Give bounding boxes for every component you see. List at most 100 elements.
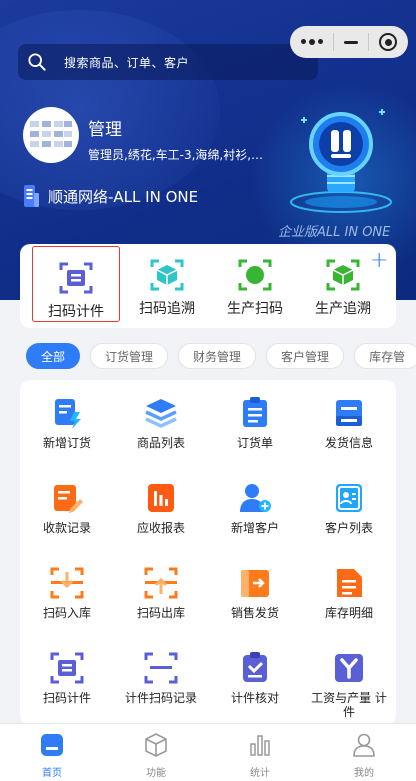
user-name: 管理 <box>88 120 122 140</box>
feature-label: 库存明细 <box>324 606 373 620</box>
building-icon <box>24 185 39 207</box>
mini-program-capsule <box>290 26 408 58</box>
quick-label: 扫码追溯 <box>139 301 195 317</box>
wage-output-icon <box>335 654 363 682</box>
feature-label: 订货单 <box>236 436 273 450</box>
feature-scan-out[interactable]: 扫码出库 <box>114 566 208 620</box>
feature-label: 新增客户 <box>230 521 279 535</box>
feature-label: 客户列表 <box>324 521 373 535</box>
quick-scan-trace[interactable]: 扫码追溯 <box>122 244 212 328</box>
tabbar-label: 我的 <box>354 768 374 779</box>
feature-piece-scan-record[interactable]: 计件扫码记录 <box>114 651 208 705</box>
new-order-icon <box>55 399 81 429</box>
more-icon[interactable] <box>301 39 323 45</box>
quick-label: 生产追溯 <box>315 301 371 317</box>
customer-list-icon <box>336 484 362 512</box>
feature-scan-piece[interactable]: 扫码计件 <box>20 651 114 705</box>
feature-label: 收款记录 <box>42 521 91 535</box>
tabbar-stats[interactable]: 统计 <box>208 724 312 781</box>
feature-label: 计件扫码记录 <box>124 691 197 705</box>
smart-bulb-illustration-icon <box>290 109 392 213</box>
tabbar-label: 首页 <box>42 768 62 779</box>
feature-stock-detail[interactable]: 库存明细 <box>302 566 396 620</box>
feature-label: 发货信息 <box>324 436 373 450</box>
tabbar-label: 功能 <box>146 768 166 779</box>
tab-order-management[interactable]: 订货管理 <box>90 343 169 369</box>
feature-product-list[interactable]: 商品列表 <box>114 396 208 450</box>
scan-piece-icon <box>50 652 84 684</box>
close-target-icon[interactable] <box>379 33 397 51</box>
search-icon <box>28 53 46 71</box>
scan-in-icon <box>50 567 84 599</box>
company-name: 顺通网络-ALL IN ONE <box>48 187 199 206</box>
tabbar-label: 统计 <box>250 768 270 779</box>
quick-scan-piece[interactable]: 扫码计件 <box>32 246 120 322</box>
capsule-divider <box>368 33 369 51</box>
production-trace-icon <box>326 259 360 291</box>
company-row[interactable]: 顺通网络-ALL IN ONE <box>22 183 198 209</box>
feature-label: 新增订货 <box>42 436 91 450</box>
search-placeholder: 搜索商品、订单、客户 <box>64 55 190 70</box>
minimize-icon[interactable] <box>344 40 358 44</box>
scan-out-icon <box>144 567 178 599</box>
feature-scan-in[interactable]: 扫码入库 <box>20 566 114 620</box>
scan-trace-icon <box>150 259 184 291</box>
feature-label: 应收报表 <box>136 521 185 535</box>
quick-actions-card: 扫码计件 扫码追溯 生产扫码 生产追溯 <box>20 244 396 328</box>
quick-production-scan[interactable]: 生产扫码 <box>210 244 300 328</box>
tab-all[interactable]: 全部 <box>26 343 81 369</box>
feature-payment-record[interactable]: 收款记录 <box>20 481 114 535</box>
header-glow <box>0 10 220 210</box>
feature-label: 商品列表 <box>136 436 185 450</box>
shipping-info-icon <box>336 400 362 426</box>
avatar[interactable] <box>23 107 79 163</box>
feature-receivable-report[interactable]: 应收报表 <box>114 481 208 535</box>
home-icon <box>41 734 63 756</box>
feature-new-order[interactable]: 新增订货 <box>20 396 114 450</box>
feature-grid: 新增订货 商品列表 订货单 发货信息 收款记录 应收报表 新增客户 客户列表 扫… <box>20 380 396 725</box>
order-sheet-icon <box>243 397 267 427</box>
production-scan-icon <box>238 259 272 291</box>
function-cube-icon <box>145 733 167 757</box>
user-roles: 管理员,绣花,车工-3,海绵,衬衫,裁床 <box>88 148 268 162</box>
feature-label: 工资与产量 计件 <box>311 691 387 719</box>
sales-ship-icon <box>241 570 269 597</box>
feature-label: 扫码入库 <box>42 606 91 620</box>
tab-customer-management[interactable]: 客户管理 <box>266 343 345 369</box>
feature-label: 扫码出库 <box>136 606 185 620</box>
capsule-divider <box>333 33 334 51</box>
feature-shipping-info[interactable]: 发货信息 <box>302 396 396 450</box>
feature-label: 扫码计件 <box>42 691 91 705</box>
feature-add-customer[interactable]: 新增客户 <box>208 481 302 535</box>
piece-check-icon <box>243 652 267 682</box>
bottom-tab-bar: 首页 功能 统计 我的 <box>0 723 416 781</box>
profile-icon <box>353 733 375 757</box>
tabbar-home[interactable]: 首页 <box>0 724 104 781</box>
search-bar[interactable]: 搜索商品、订单、客户 <box>18 44 318 80</box>
scan-piece-icon <box>59 262 93 294</box>
add-customer-icon <box>240 484 271 512</box>
feature-sales-ship[interactable]: 销售发货 <box>208 566 302 620</box>
category-tabs: 全部 订货管理 财务管理 客户管理 库存管 <box>26 343 416 371</box>
quick-label: 生产扫码 <box>227 301 283 317</box>
payment-record-icon <box>54 485 83 513</box>
feature-label: 销售发货 <box>230 606 279 620</box>
feature-piece-check[interactable]: 计件核对 <box>208 651 302 705</box>
tab-finance-management[interactable]: 财务管理 <box>178 343 257 369</box>
tabbar-profile[interactable]: 我的 <box>312 724 416 781</box>
product-list-icon <box>145 399 177 428</box>
receivable-report-icon <box>148 484 174 512</box>
feature-order-sheet[interactable]: 订货单 <box>208 396 302 450</box>
stats-bar-icon <box>250 735 270 756</box>
stock-detail-icon <box>337 569 362 597</box>
piece-scan-record-icon <box>144 652 178 684</box>
edition-label: 企业版ALL IN ONE <box>278 225 391 240</box>
feature-wage-output[interactable]: 工资与产量 计件 <box>302 651 396 719</box>
tab-inventory-management[interactable]: 库存管 <box>354 343 416 369</box>
quick-label: 扫码计件 <box>48 304 104 320</box>
feature-customer-list[interactable]: 客户列表 <box>302 481 396 535</box>
add-quick-action-button[interactable]: + <box>370 250 388 272</box>
tabbar-functions[interactable]: 功能 <box>104 724 208 781</box>
avatar-image <box>30 121 72 147</box>
feature-label: 计件核对 <box>230 691 279 705</box>
